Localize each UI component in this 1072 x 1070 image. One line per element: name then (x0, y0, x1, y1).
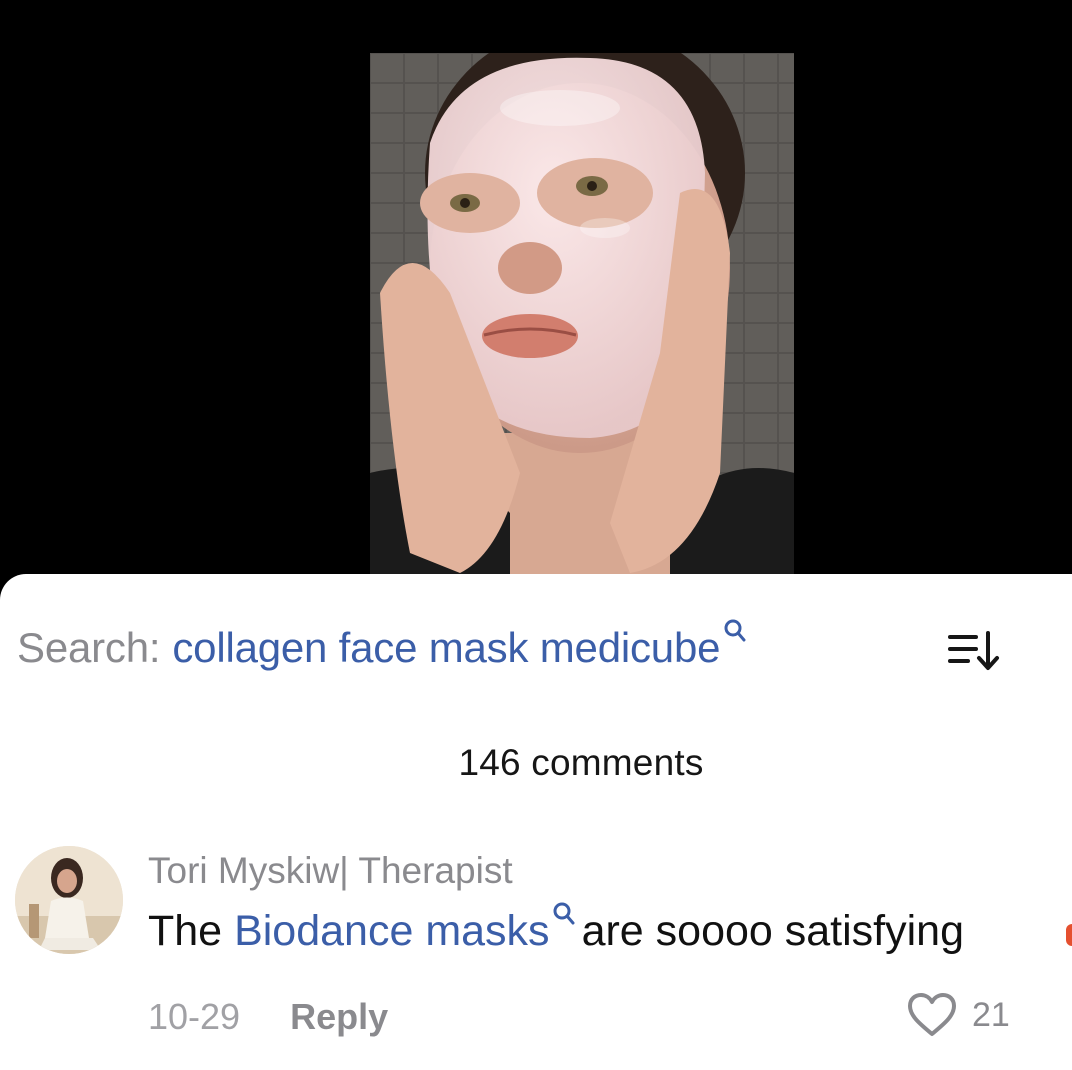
sort-icon[interactable] (946, 629, 1004, 673)
video-thumbnail (370, 53, 794, 600)
search-icon (552, 889, 576, 925)
emoji-icon (1066, 924, 1072, 946)
reply-button[interactable]: Reply (290, 996, 388, 1038)
video-frame[interactable] (370, 53, 794, 600)
search-query-link[interactable]: collagen face mask medicube (172, 624, 720, 672)
like-button[interactable]: 21 (906, 992, 1010, 1038)
video-player[interactable] (0, 0, 1072, 600)
search-prefix: Search: (17, 624, 161, 671)
heart-outline-icon (908, 993, 956, 1036)
like-count: 21 (972, 995, 1010, 1034)
comment-text: The Biodance masks are soooo satisfying (148, 902, 965, 956)
comment-text-before: The (148, 907, 223, 955)
comment-meta: 10-29 Reply (148, 996, 388, 1038)
comment-search-link[interactable]: Biodance masks (234, 907, 550, 955)
search-icon (723, 606, 747, 642)
comment-username[interactable]: Tori Myskiw| Therapist (148, 850, 513, 892)
search-suggestion[interactable]: Search: collagen face mask medicube (17, 619, 747, 674)
avatar[interactable] (15, 846, 123, 954)
screen: Search: collagen face mask medicube 146 … (0, 0, 1072, 1070)
comment-count: 146 comments (458, 742, 704, 783)
comment-date: 10-29 (148, 996, 241, 1037)
comment-text-after: are soooo satisfying (581, 907, 965, 955)
comments-sheet: Search: collagen face mask medicube 146 … (0, 574, 1072, 1070)
